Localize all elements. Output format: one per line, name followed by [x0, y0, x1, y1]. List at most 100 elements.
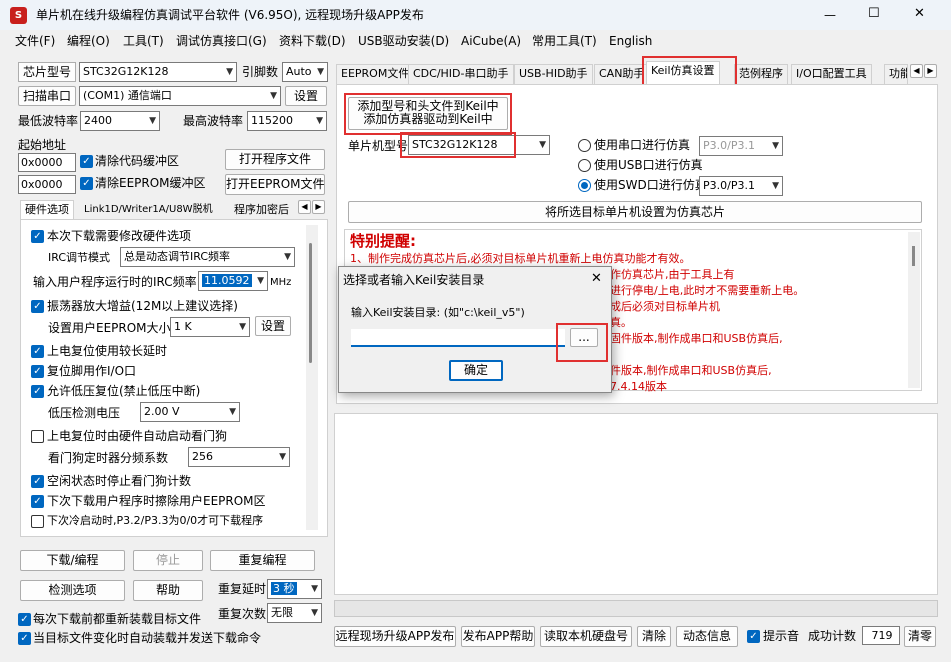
- chip-model-button[interactable]: 芯片型号: [18, 62, 76, 82]
- menu-file[interactable]: 文件(F): [15, 33, 55, 49]
- tab-usb-hid[interactable]: USB-HID助手: [514, 64, 593, 84]
- beep-checkbox[interactable]: ✓: [747, 630, 760, 643]
- reset-delay-checkbox[interactable]: ✓: [31, 345, 44, 358]
- wdt-divider-select[interactable]: 256 ▼: [188, 447, 290, 467]
- serial-sim-radio[interactable]: [578, 139, 591, 152]
- clear-eeprom-label: 清除EEPROM缓冲区: [95, 176, 206, 190]
- minimize-icon[interactable]: —: [824, 7, 836, 23]
- tab-offline[interactable]: Link1D/Writer1A/U8W脱机: [82, 202, 215, 220]
- max-baud-select[interactable]: 115200 ▼: [247, 111, 327, 131]
- eeprom-size-select[interactable]: 1 K ▼: [170, 317, 250, 337]
- open-program-button[interactable]: 打开程序文件: [225, 149, 325, 170]
- tab-examples[interactable]: 范例程序: [734, 64, 788, 84]
- menu-aicube[interactable]: AiCube(A): [461, 33, 521, 49]
- clear-log-button[interactable]: 清除: [637, 626, 671, 647]
- pins-select[interactable]: Auto ▼: [282, 62, 328, 82]
- right-tab-scroll-right[interactable]: ▶: [924, 64, 937, 78]
- swd-sim-radio[interactable]: [578, 179, 591, 192]
- auto-load-checkbox[interactable]: ✓: [18, 632, 31, 645]
- chip-model-select[interactable]: STC32G12K128 ▼: [79, 62, 237, 82]
- eeprom-size-set-button[interactable]: 设置: [255, 316, 291, 336]
- dialog-close-icon[interactable]: ✕: [591, 271, 602, 287]
- menu-debug[interactable]: 调试仿真接口(G): [176, 33, 267, 49]
- clear-eeprom-checkbox[interactable]: ✓: [80, 177, 93, 190]
- low-voltage-label: 允许低压复位(禁止低压中断): [47, 384, 201, 398]
- port-select[interactable]: (COM1) 通信端口 ▼: [79, 86, 281, 106]
- notice-frag-3: 成后必须对目标单片机: [610, 300, 720, 313]
- serial-sim-port-select[interactable]: P3.0/P3.1 ▼: [699, 136, 783, 156]
- maximize-icon[interactable]: ☐: [868, 6, 880, 22]
- irc-mode-select[interactable]: 总是动态调节IRC频率 ▼: [120, 247, 295, 267]
- keil-dir-input[interactable]: [351, 329, 565, 347]
- tab-more[interactable]: 功能: [884, 64, 908, 84]
- irc-freq-select[interactable]: 11.0592 ▼: [198, 271, 268, 291]
- reset-io-label: 复位脚用作I/O口: [47, 364, 137, 378]
- tab-eeprom-file[interactable]: EEPROM文件: [336, 64, 415, 84]
- clear-code-checkbox[interactable]: ✓: [80, 155, 93, 168]
- watchdog-label: 上电复位时由硬件自动启动看门狗: [47, 429, 228, 443]
- reload-label: 每次下载前都重新装载目标文件: [33, 612, 202, 626]
- port-settings-button[interactable]: 设置: [285, 86, 327, 106]
- menu-usb-driver[interactable]: USB驱动安装(D): [358, 33, 449, 49]
- tab-io-config[interactable]: I/O口配置工具: [791, 64, 872, 84]
- min-baud-label: 最低波特率: [18, 114, 79, 128]
- code-start-address[interactable]: 0x0000: [18, 153, 76, 172]
- usb-sim-radio[interactable]: [578, 159, 591, 172]
- read-disk-id-button[interactable]: 读取本机硬盘号: [540, 626, 632, 647]
- idle-wdt-checkbox[interactable]: ✓: [31, 475, 44, 488]
- reset-io-checkbox[interactable]: ✓: [31, 365, 44, 378]
- erase-eeprom-checkbox[interactable]: ✓: [31, 495, 44, 508]
- notice-scrollbar[interactable]: [908, 232, 920, 388]
- set-sim-chip-button[interactable]: 将所选目标单片机设置为仿真芯片: [348, 201, 922, 223]
- stop-button[interactable]: 停止: [133, 550, 203, 571]
- repeat-delay-label: 重复延时: [218, 582, 267, 596]
- low-voltage-checkbox[interactable]: ✓: [31, 385, 44, 398]
- tab-encrypt[interactable]: 程序加密后: [234, 202, 296, 218]
- notice-frag-5: 固件版本,制作成串口和USB仿真后,: [610, 332, 783, 345]
- dynamic-info-button[interactable]: 动态信息: [676, 626, 738, 647]
- dialog-ok-button[interactable]: 确定: [449, 360, 503, 381]
- low-voltage-select[interactable]: 2.00 V ▼: [140, 402, 240, 422]
- modify-hw-checkbox[interactable]: ✓: [31, 230, 44, 243]
- publish-app-help-button[interactable]: 发布APP帮助: [461, 626, 535, 647]
- repeat-count-select[interactable]: 无限 ▼: [267, 603, 322, 623]
- amp-gain-checkbox[interactable]: ✓: [31, 300, 44, 313]
- tab-scroll-right[interactable]: ▶: [312, 200, 325, 214]
- eeprom-start-address[interactable]: 0x0000: [18, 175, 76, 194]
- cold-start-checkbox[interactable]: [31, 515, 44, 528]
- tab-cdc-hid[interactable]: CDC/HID-串口助手: [408, 64, 514, 84]
- notice-frag-7: 7.4.14版本: [610, 380, 667, 393]
- tab-scroll-left[interactable]: ◀: [298, 200, 311, 214]
- scan-port-button[interactable]: 扫描串口: [18, 86, 76, 106]
- repeat-delay-select[interactable]: 3 秒 ▼: [267, 579, 322, 599]
- menu-common-tools[interactable]: 常用工具(T): [532, 33, 597, 49]
- right-tab-scroll-left[interactable]: ◀: [910, 64, 923, 78]
- tab-hardware-options[interactable]: 硬件选项: [20, 200, 74, 220]
- output-log[interactable]: [334, 413, 938, 595]
- menu-program[interactable]: 编程(O): [67, 33, 110, 49]
- repeat-program-button[interactable]: 重复编程: [210, 550, 315, 571]
- eeprom-size-label: 设置用户EEPROM大小: [48, 321, 171, 335]
- progress-bar: [334, 600, 938, 617]
- success-count-label: 成功计数: [808, 629, 857, 643]
- start-address-label: 起始地址: [18, 138, 67, 152]
- dialog-title: 选择或者输入Keil安装目录: [343, 273, 485, 287]
- reset-count-button[interactable]: 清零: [904, 626, 936, 647]
- irc-freq-label: 输入用户程序运行时的IRC频率: [33, 275, 197, 289]
- detect-options-button[interactable]: 检测选项: [20, 580, 125, 601]
- open-eeprom-button[interactable]: 打开EEPROM文件: [225, 174, 325, 195]
- help-button[interactable]: 帮助: [133, 580, 203, 601]
- options-scrollbar[interactable]: [306, 225, 318, 530]
- menu-download[interactable]: 资料下载(D): [279, 33, 346, 49]
- menu-english[interactable]: English: [609, 33, 652, 49]
- close-icon[interactable]: ✕: [914, 6, 925, 22]
- min-baud-select[interactable]: 2400 ▼: [80, 111, 160, 131]
- watchdog-checkbox[interactable]: [31, 430, 44, 443]
- cold-start-label: 下次冷启动时,P3.2/P3.3为0/0才可下载程序: [47, 514, 264, 527]
- reload-checkbox[interactable]: ✓: [18, 613, 31, 626]
- download-button[interactable]: 下载/编程: [20, 550, 125, 571]
- remote-upgrade-button[interactable]: 远程现场升级APP发布: [334, 626, 456, 647]
- notice-frag-1: 作仿真芯片,由于工具上有: [610, 268, 735, 281]
- menu-tools[interactable]: 工具(T): [123, 33, 164, 49]
- swd-sim-port-select[interactable]: P3.0/P3.1 ▼: [699, 176, 783, 196]
